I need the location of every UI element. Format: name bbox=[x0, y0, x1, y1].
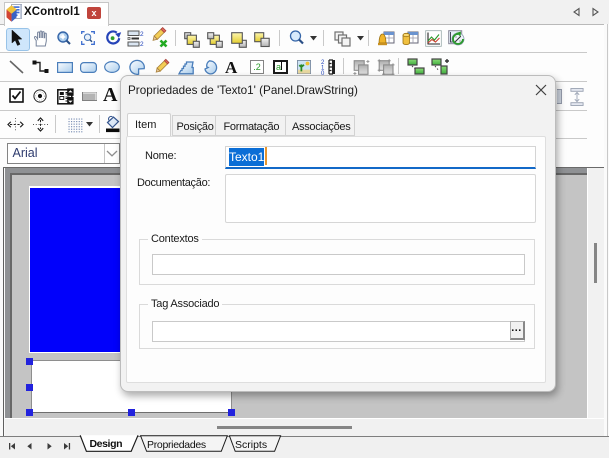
svg-text:2: 2 bbox=[140, 41, 144, 48]
svg-text:2: 2 bbox=[140, 31, 144, 38]
